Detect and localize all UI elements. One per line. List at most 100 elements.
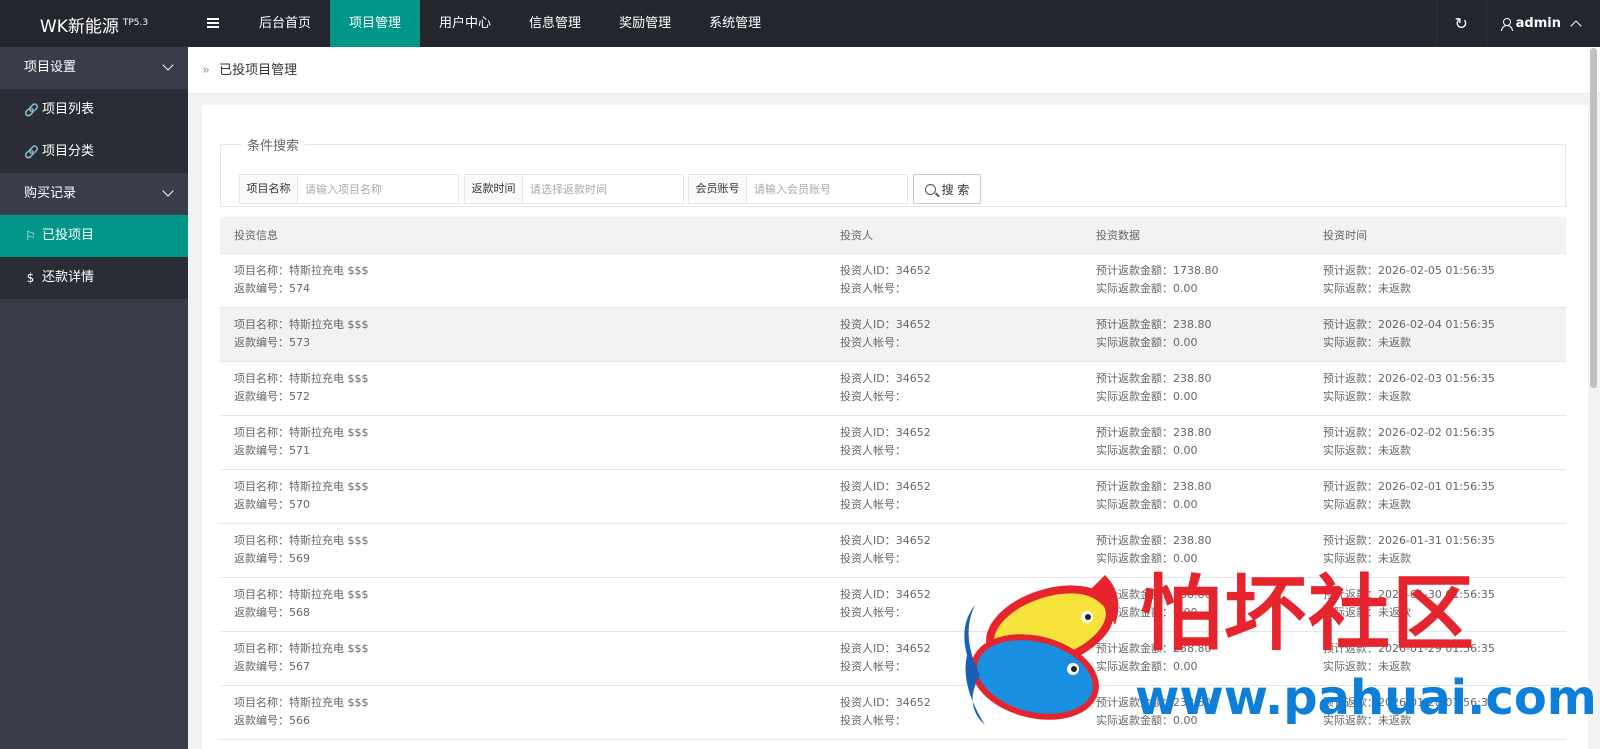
- cell-line-code: 返款编号：569: [234, 552, 310, 565]
- username: admin: [1515, 16, 1561, 31]
- dollar-icon: $: [26, 271, 35, 285]
- nav-project-management[interactable]: 项目管理: [330, 0, 421, 47]
- nav-system-management[interactable]: 系统管理: [690, 0, 780, 47]
- cell-line-act: 实际返款金额：0.00: [1096, 390, 1198, 403]
- menu-toggle-icon[interactable]: [198, 0, 228, 47]
- user-menu[interactable]: admin: [1485, 0, 1600, 47]
- chevron-down-icon: [162, 59, 174, 71]
- table-row[interactable]: 项目名称：特斯拉充电 $$$ 返款编号：570 投资人ID：34652 投资人帐号： 预…: [220, 469, 1566, 524]
- cell-line-code: 返款编号：574: [234, 282, 310, 295]
- cell-invest-info: 项目名称：特斯拉充电 $$$ 返款编号：571: [220, 415, 826, 470]
- project-name-label: 项目名称: [240, 175, 298, 203]
- watermark-url: www.pahuai.com: [1135, 670, 1597, 726]
- member-account-input[interactable]: [747, 175, 907, 203]
- table-row[interactable]: 项目名称：特斯拉充电 $$$ 返款编号：572 投资人ID：34652 投资人帐号： 预…: [220, 361, 1566, 416]
- cell-line-inv-id: 投资人ID：34652: [840, 318, 931, 331]
- cell-line-name: 项目名称：特斯拉充电 $$$: [234, 318, 369, 331]
- col-header-invest-info[interactable]: 投资信息: [220, 217, 826, 254]
- sidebar-item-invested-projects[interactable]: ⚐ 已投项目: [0, 215, 188, 257]
- cell-line-name: 项目名称：特斯拉充电 $$$: [234, 696, 369, 709]
- cell-invest-info: 项目名称：特斯拉充电 $$$ 返款编号：568: [220, 577, 826, 632]
- refund-time-input[interactable]: [523, 175, 683, 203]
- sidebar-group-project-settings[interactable]: 项目设置: [0, 47, 188, 89]
- cell-invest-info: 项目名称：特斯拉充电 $$$ 返款编号：574: [220, 253, 826, 308]
- cell-line-inv-acct: 投资人帐号：: [840, 498, 906, 511]
- cell-line-name: 项目名称：特斯拉充电 $$$: [234, 588, 369, 601]
- member-account-label: 会员账号: [689, 175, 747, 203]
- top-nav: 后台首页 项目管理 用户中心 信息管理 奖励管理 系统管理: [240, 0, 780, 47]
- cell-line-name: 项目名称：特斯拉充电 $$$: [234, 372, 369, 385]
- watermark-fish-logo: [964, 575, 1119, 725]
- sidebar-item-label: 项目分类: [42, 144, 95, 159]
- refresh-icon[interactable]: ↻: [1435, 0, 1486, 47]
- cell-line-act-time: 实际返款：未返款: [1323, 336, 1411, 349]
- cell-line-est: 预计返款金额：238.80: [1096, 372, 1212, 385]
- table-row[interactable]: 项目名称：特斯拉充电 $$$ 返款编号：573 投资人ID：34652 投资人帐号： 预…: [220, 307, 1566, 362]
- cell-invest-time: 预计返款：2026-02-02 01:56:35 实际返款：未返款: [1309, 415, 1566, 470]
- cell-investor: 投资人ID：34652 投资人帐号：: [826, 415, 1082, 470]
- cell-line-name: 项目名称：特斯拉充电 $$$: [234, 534, 369, 547]
- cell-line-code: 返款编号：567: [234, 660, 310, 673]
- cell-line-inv-id: 投资人ID：34652: [840, 534, 931, 547]
- chevron-up-icon: [1570, 19, 1582, 32]
- nav-reward-management[interactable]: 奖励管理: [600, 0, 690, 47]
- col-header-investor[interactable]: 投资人: [826, 217, 1082, 254]
- cell-investor: 投资人ID：34652 投资人帐号：: [826, 469, 1082, 524]
- sidebar: 项目设置 🔗 项目列表 🔗 项目分类 购买记录 ⚐ 已投项目 $ 还款详情: [0, 47, 188, 749]
- cell-line-est: 预计返款金额：238.80: [1096, 480, 1212, 493]
- cell-line-inv-acct: 投资人帐号：: [840, 390, 906, 403]
- search-legend: 条件搜索: [247, 139, 300, 154]
- cell-line-est-time: 预计返款：2026-02-05 01:56:35: [1323, 264, 1495, 277]
- cell-line-code: 返款编号：568: [234, 606, 310, 619]
- col-header-invest-data[interactable]: 投资数据: [1082, 217, 1309, 254]
- sidebar-item-project-category[interactable]: 🔗 项目分类: [0, 131, 188, 173]
- search-button-label: 搜 索: [941, 182, 970, 197]
- double-chevron-icon: »: [202, 63, 210, 78]
- cell-line-inv-id: 投资人ID：34652: [840, 480, 931, 493]
- refund-time-label: 返款时间: [465, 175, 523, 203]
- cell-invest-data: 预计返款金额：238.80 实际返款金额：0.00: [1082, 415, 1309, 470]
- project-name-field: 项目名称: [239, 174, 459, 204]
- version-label: TP5.3: [122, 18, 149, 28]
- watermark-title: 怕坏社区: [1140, 567, 1477, 662]
- cell-invest-data: 预计返款金额：1738.80 实际返款金额：0.00: [1082, 253, 1309, 308]
- cell-line-est: 预计返款金额：238.80: [1096, 318, 1212, 331]
- cell-line-inv-id: 投资人ID：34652: [840, 264, 931, 277]
- sidebar-item-label: 项目列表: [42, 102, 95, 117]
- table-row[interactable]: 项目名称：特斯拉充电 $$$ 返款编号：571 投资人ID：34652 投资人帐号： 预…: [220, 415, 1566, 470]
- cell-line-act: 实际返款金额：0.00: [1096, 336, 1198, 349]
- cell-line-code: 返款编号：566: [234, 714, 310, 727]
- cell-line-act-time: 实际返款：未返款: [1323, 390, 1411, 403]
- cell-invest-info: 项目名称：特斯拉充电 $$$ 返款编号：569: [220, 523, 826, 578]
- cell-line-name: 项目名称：特斯拉充电 $$$: [234, 642, 369, 655]
- cell-line-est-time: 预计返款：2026-01-31 01:56:35: [1323, 534, 1495, 547]
- nav-user-center[interactable]: 用户中心: [420, 0, 510, 47]
- cell-line-code: 返款编号：572: [234, 390, 310, 403]
- table-header-row: 投资信息 投资人 投资数据 投资时间: [220, 217, 1566, 254]
- cell-invest-time: 预计返款：2026-02-05 01:56:35 实际返款：未返款: [1309, 253, 1566, 308]
- sidebar-item-repayment-details[interactable]: $ 还款详情: [0, 257, 188, 299]
- sidebar-item-project-list[interactable]: 🔗 项目列表: [0, 89, 188, 131]
- search-icon: [924, 183, 936, 195]
- search-button[interactable]: 搜 索: [913, 174, 981, 204]
- nav-home[interactable]: 后台首页: [240, 0, 330, 47]
- app-logo[interactable]: WK新能源 TP5.3: [0, 0, 188, 47]
- project-name-input[interactable]: [298, 175, 458, 203]
- scrollbar-thumb[interactable]: [1590, 48, 1597, 388]
- col-header-invest-time[interactable]: 投资时间: [1309, 217, 1566, 254]
- logo-text: WK新能源: [39, 17, 119, 37]
- cell-line-est-time: 预计返款：2026-02-02 01:56:35: [1323, 426, 1495, 439]
- cell-line-act: 实际返款金额：0.00: [1096, 282, 1198, 295]
- sidebar-group-purchase-records[interactable]: 购买记录: [0, 173, 188, 215]
- link-icon: 🔗: [24, 145, 39, 159]
- sidebar-item-label: 还款详情: [42, 270, 95, 285]
- top-header: WK新能源 TP5.3 后台首页 项目管理 用户中心 信息管理 奖励管理 系统管理…: [0, 0, 1600, 47]
- cell-line-act-time: 实际返款：未返款: [1323, 444, 1411, 457]
- breadcrumb: » 已投项目管理: [188, 47, 1600, 94]
- cell-line-code: 返款编号：570: [234, 498, 310, 511]
- cell-line-est-time: 预计返款：2026-02-03 01:56:35: [1323, 372, 1495, 385]
- nav-info-management[interactable]: 信息管理: [510, 0, 600, 47]
- cell-line-act: 实际返款金额：0.00: [1096, 444, 1198, 457]
- cell-line-est: 预计返款金额：238.80: [1096, 426, 1212, 439]
- table-row[interactable]: 项目名称：特斯拉充电 $$$ 返款编号：574 投资人ID：34652 投资人帐号： 预…: [220, 253, 1566, 308]
